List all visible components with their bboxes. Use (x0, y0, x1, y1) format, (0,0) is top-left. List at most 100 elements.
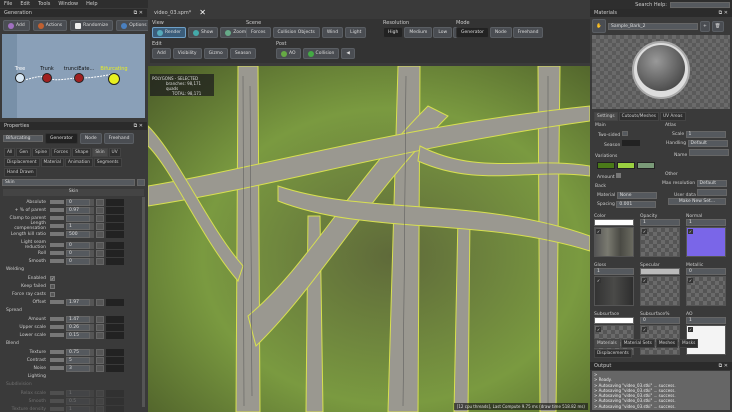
slider[interactable] (50, 399, 64, 403)
texture-thumbnail[interactable]: ✓ (686, 227, 726, 257)
amount-slider[interactable] (616, 173, 622, 178)
slider[interactable] (50, 208, 64, 212)
menu-window[interactable]: Window (58, 1, 78, 7)
close-tab-icon[interactable]: ✕ (199, 8, 206, 17)
menu-help[interactable]: Help (86, 1, 97, 7)
mode-button[interactable] (96, 206, 104, 214)
spinner[interactable] (90, 356, 94, 364)
document-tab[interactable]: video_03.spm* (154, 10, 191, 16)
gizmo-button[interactable]: Gizmo (203, 48, 228, 59)
value-field[interactable]: 0 (66, 257, 90, 265)
light-button[interactable]: Light (345, 27, 367, 38)
check-icon[interactable]: ✓ (642, 278, 647, 283)
tab-materials[interactable]: Materials (594, 339, 620, 348)
variation-swatch[interactable] (617, 162, 635, 169)
node-bifurcating[interactable]: Bifurcating (97, 66, 131, 86)
spinner[interactable] (90, 315, 94, 323)
mode-button[interactable] (96, 397, 104, 405)
freehand-mode-button[interactable]: Freehand (103, 133, 135, 144)
curve-preview[interactable] (106, 206, 124, 214)
tab-segments[interactable]: Segments (93, 158, 122, 167)
skin-group-header[interactable]: Skin (3, 189, 144, 196)
check-icon[interactable]: ✓ (596, 278, 601, 283)
res-high-button[interactable]: High (383, 27, 404, 38)
clear-filter-icon[interactable] (137, 179, 145, 186)
value-field[interactable] (66, 214, 90, 222)
object-name-field[interactable]: Bifurcating (3, 135, 43, 142)
spinner[interactable] (90, 214, 94, 222)
curve-preview[interactable] (106, 348, 124, 356)
freehand-button[interactable]: Freehand (512, 27, 544, 38)
value-field[interactable]: 1.47 (66, 315, 90, 323)
curve-preview[interactable] (106, 222, 124, 230)
map-value-field[interactable] (640, 268, 680, 275)
check-icon[interactable]: ✓ (688, 327, 693, 332)
arrow-button[interactable]: ◀ (341, 48, 355, 59)
collision-objects-button[interactable]: Collision Objects (272, 27, 320, 38)
check-icon[interactable]: ✓ (596, 229, 601, 234)
mode-button[interactable] (96, 298, 104, 306)
spacing-field[interactable]: 0.001 (616, 201, 657, 208)
mode-button[interactable] (96, 405, 104, 412)
value-field[interactable]: 0.75 (66, 348, 90, 356)
spinner[interactable] (90, 405, 94, 412)
mode-button[interactable] (96, 331, 104, 339)
curve-preview[interactable] (106, 241, 124, 249)
spinner[interactable] (90, 249, 94, 257)
texture-thumbnail[interactable]: ✓ (594, 276, 634, 306)
tab-spine[interactable]: Spine (32, 148, 51, 157)
check-icon[interactable]: ✓ (688, 278, 693, 283)
node-tree[interactable]: Tree (10, 66, 30, 84)
node-trunk[interactable]: Trunk (36, 66, 58, 84)
node-mode-button[interactable]: Node (79, 133, 102, 144)
check-icon[interactable]: ✓ (596, 327, 601, 332)
check-icon[interactable]: ✓ (642, 229, 647, 234)
edit-add-button[interactable]: Add (152, 48, 171, 59)
atlas-name-field[interactable] (688, 149, 729, 156)
node-button[interactable]: Node (489, 27, 512, 38)
visibility-button[interactable]: Visibility (172, 48, 202, 59)
curve-preview[interactable] (106, 230, 124, 238)
curve-preview[interactable] (106, 331, 124, 339)
res-low-button[interactable]: Low (433, 27, 453, 38)
user-data-field[interactable] (697, 189, 728, 196)
tab-uv[interactable]: UV (108, 148, 121, 157)
handling-select[interactable]: Default (687, 140, 728, 147)
slider[interactable] (50, 407, 64, 411)
texture-thumbnail[interactable]: ✓ (686, 276, 726, 306)
value-field[interactable]: 0.97 (66, 206, 90, 214)
mode-button[interactable] (96, 315, 104, 323)
add-material-button[interactable]: + (700, 20, 710, 32)
texture-thumbnail[interactable]: ✓ (640, 276, 680, 306)
curve-preview[interactable] (106, 397, 124, 405)
menu-edit[interactable]: Edit (20, 1, 30, 7)
curve-preview[interactable] (106, 198, 124, 206)
tab-gen[interactable]: Gen (16, 148, 32, 157)
slider[interactable] (50, 358, 64, 362)
curve-preview[interactable] (106, 364, 124, 372)
value-field[interactable]: 0.15 (66, 331, 90, 339)
spinner[interactable] (90, 241, 94, 249)
map-value-field[interactable]: 1 (686, 317, 726, 324)
mode-button[interactable] (96, 214, 104, 222)
slider[interactable] (50, 259, 64, 263)
generator-mode-button[interactable]: Generator (45, 133, 78, 144)
mode-button[interactable] (96, 249, 104, 257)
map-value-field[interactable]: 1 (686, 219, 726, 226)
curve-preview[interactable] (106, 356, 124, 364)
spinner[interactable] (90, 331, 94, 339)
value-field[interactable]: 3 (66, 364, 90, 372)
make-new-set-button[interactable]: Make New Set... (668, 198, 726, 205)
slider[interactable] (50, 317, 64, 321)
tab-skin[interactable]: Skin (92, 148, 108, 157)
tab-cutouts[interactable]: Cutouts/Meshes (618, 112, 659, 121)
curve-preview[interactable] (106, 214, 124, 222)
slider[interactable] (50, 391, 64, 395)
slider[interactable] (50, 325, 64, 329)
map-value-field[interactable] (594, 219, 634, 226)
tab-settings[interactable]: Settings (594, 112, 618, 121)
value-field[interactable]: 0.26 (66, 323, 90, 331)
season-swatch[interactable] (621, 140, 640, 146)
back-material-select[interactable]: None (616, 192, 657, 199)
map-value-field[interactable] (594, 317, 634, 324)
